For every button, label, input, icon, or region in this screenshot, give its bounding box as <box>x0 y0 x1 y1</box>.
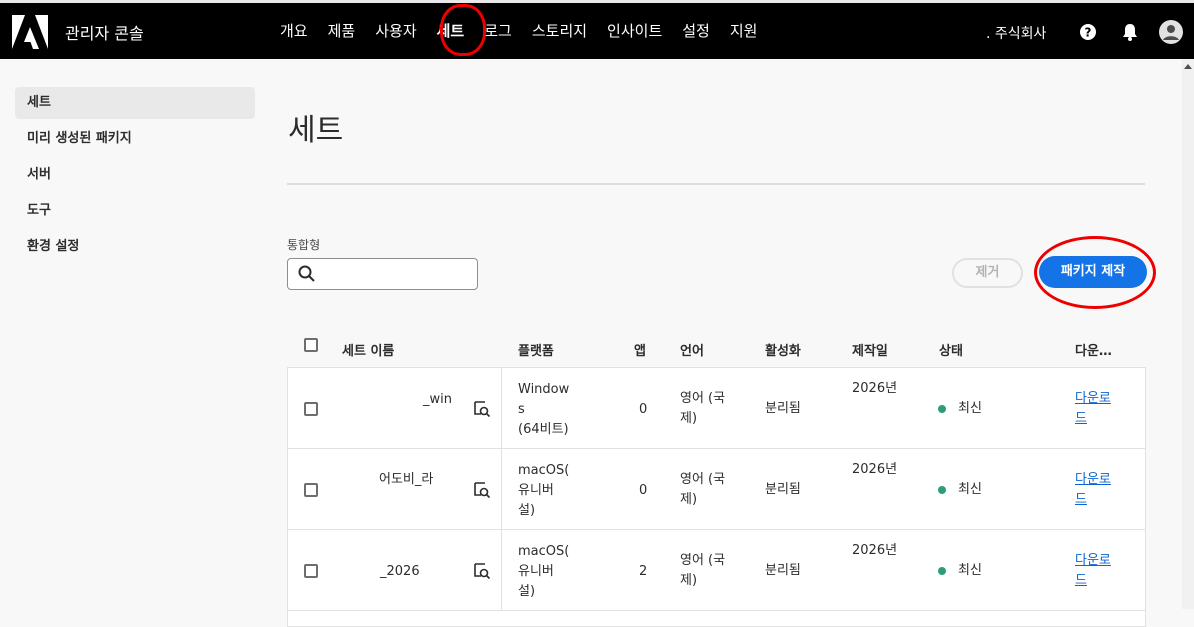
title-divider <box>287 183 1145 185</box>
nav-users[interactable]: 사용자 <box>375 20 416 41</box>
language-cell: 영어 (국 제) <box>680 391 726 426</box>
table-row[interactable]: _2026 macOS( 유니버 설) 2 영어 (국 제) 분리됨 2026년… <box>288 530 1145 611</box>
top-navigation-bar: 관리자 콘솔 개요 제품 사용자 세트 로그 스토리지 인사이트 설정 지원 .… <box>0 0 1194 59</box>
download-link[interactable]: 다운로 드 <box>1075 470 1111 510</box>
header-download[interactable]: 다운… <box>1075 340 1112 359</box>
packages-table: _win Window s (64비트) 0 영어 (국 제) 분리됨 2026… <box>287 367 1146 627</box>
platform-cell: macOS( 유니버 설) <box>518 463 570 518</box>
preview-icon[interactable] <box>473 562 491 580</box>
search-icon <box>298 265 315 282</box>
column-divider <box>501 530 502 611</box>
apps-count: 0 <box>639 483 648 498</box>
status-cell: 최신 <box>958 482 982 497</box>
main-nav: 개요 제품 사용자 세트 로그 스토리지 인사이트 설정 지원 <box>280 20 777 41</box>
preview-icon[interactable] <box>473 400 491 418</box>
nav-products[interactable]: 제품 <box>328 20 356 41</box>
preview-icon[interactable] <box>473 481 491 499</box>
header-activation[interactable]: 활성화 <box>765 340 801 359</box>
nav-support[interactable]: 지원 <box>730 20 758 41</box>
header-language[interactable]: 언어 <box>680 340 704 359</box>
annotation-circle-create <box>1034 236 1156 309</box>
status-cell: 최신 <box>958 401 982 416</box>
status-dot-icon <box>938 567 946 575</box>
table-row[interactable]: _win Window s (64비트) 0 영어 (국 제) 분리됨 2026… <box>288 368 1145 449</box>
sidebar: 세트 미리 생성된 패키지 서버 도구 환경 설정 <box>15 87 255 267</box>
created-cell: 2026년 <box>852 381 898 396</box>
sidebar-item-preferences[interactable]: 환경 설정 <box>15 231 255 263</box>
package-name[interactable]: _2026 <box>380 562 420 582</box>
select-all-checkbox[interactable] <box>304 338 318 352</box>
scroll-up-arrow-icon[interactable] <box>1184 64 1192 69</box>
download-link[interactable]: 다운로 드 <box>1075 389 1111 429</box>
search-field[interactable] <box>287 258 478 290</box>
console-title[interactable]: 관리자 콘솔 <box>65 20 144 44</box>
column-divider <box>501 368 502 449</box>
platform-cell: macOS( 유니버 설) <box>518 544 570 599</box>
nav-settings[interactable]: 설정 <box>682 20 710 41</box>
header-platform[interactable]: 플랫폼 <box>518 340 554 359</box>
svg-text:?: ? <box>1085 26 1092 40</box>
search-label: 통합형 <box>287 238 321 252</box>
row-checkbox[interactable] <box>304 402 318 416</box>
header-created[interactable]: 제작일 <box>852 340 888 359</box>
activation-cell: 분리됨 <box>765 482 801 497</box>
status-cell: 최신 <box>958 563 982 578</box>
bell-icon[interactable] <box>1120 22 1140 42</box>
page-title: 세트 <box>288 113 344 148</box>
apps-count: 2 <box>639 564 648 579</box>
sidebar-item-tools[interactable]: 도구 <box>15 195 255 227</box>
platform-cell: Window s (64비트) <box>518 382 570 437</box>
language-cell: 영어 (국 제) <box>680 472 726 507</box>
nav-insights[interactable]: 인사이트 <box>607 20 662 41</box>
search-input[interactable] <box>322 263 472 285</box>
avatar-icon[interactable] <box>1159 20 1183 44</box>
row-checkbox[interactable] <box>304 564 318 578</box>
org-switcher[interactable]: . 주식회사 <box>986 23 1046 43</box>
sidebar-item-packages[interactable]: 세트 <box>15 87 255 119</box>
nav-logs[interactable]: 로그 <box>484 20 512 41</box>
activation-cell: 분리됨 <box>765 401 801 416</box>
activation-cell: 분리됨 <box>765 563 801 578</box>
column-divider <box>501 449 502 530</box>
package-name[interactable]: _win <box>423 390 452 410</box>
created-cell: 2026년 <box>852 462 898 477</box>
apps-count: 0 <box>639 402 648 417</box>
header-apps[interactable]: 앱 <box>634 340 646 359</box>
sidebar-item-prebuilt-packages[interactable]: 미리 생성된 패키지 <box>15 123 255 155</box>
download-link[interactable]: 다운로 드 <box>1075 551 1111 591</box>
annotation-circle-nav <box>440 4 486 56</box>
adobe-logo-icon[interactable] <box>12 15 48 49</box>
nav-storage[interactable]: 스토리지 <box>532 20 587 41</box>
status-dot-icon <box>938 405 946 413</box>
created-cell: 2026년 <box>852 543 898 558</box>
header-status[interactable]: 상태 <box>939 340 963 359</box>
package-name[interactable]: 어도비_라 <box>379 470 433 490</box>
nav-overview[interactable]: 개요 <box>280 20 308 41</box>
language-cell: 영어 (국 제) <box>680 553 726 588</box>
table-row[interactable]: 어도비_라 macOS( 유니버 설) 0 영어 (국 제) 분리됨 2026년… <box>288 449 1145 530</box>
row-checkbox[interactable] <box>304 483 318 497</box>
status-dot-icon <box>938 486 946 494</box>
header-package-name[interactable]: 세트 이름 <box>342 340 394 359</box>
help-icon[interactable]: ? <box>1078 22 1098 42</box>
scrollbar[interactable] <box>1182 59 1194 609</box>
sidebar-item-servers[interactable]: 서버 <box>15 159 255 191</box>
remove-button[interactable]: 제거 <box>952 258 1023 288</box>
